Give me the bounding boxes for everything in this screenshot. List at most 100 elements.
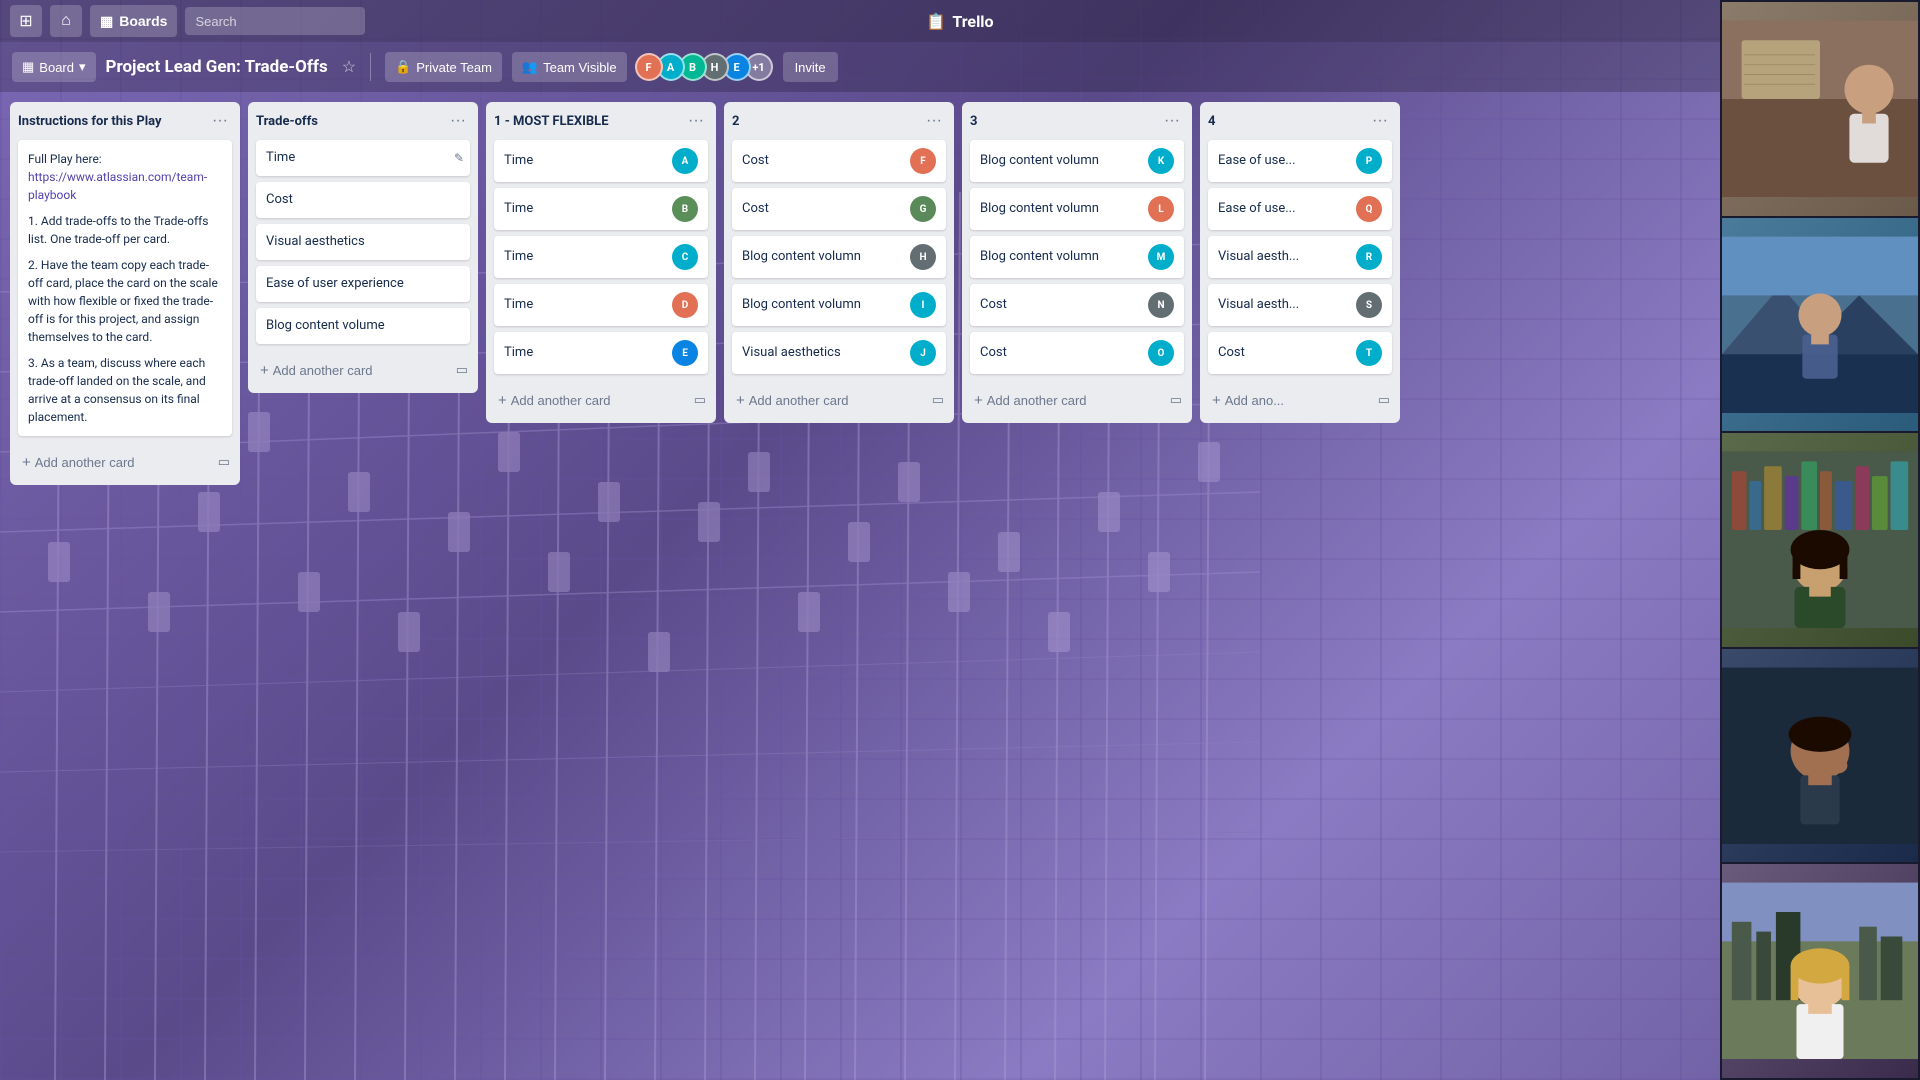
- plus-icon: +: [260, 362, 269, 379]
- card-ease[interactable]: Ease of user experience: [256, 266, 470, 302]
- star-button[interactable]: ☆: [342, 57, 356, 77]
- add-card-button-flexible[interactable]: + Add another card: [494, 386, 692, 415]
- trello-label: Trello: [952, 12, 993, 31]
- card-text: Blog content volumn: [980, 248, 1142, 266]
- card-text: Time: [504, 152, 666, 170]
- add-card-button-trade-offs[interactable]: + Add another card: [256, 356, 454, 385]
- card-avatar: T: [1356, 340, 1382, 366]
- card-time-f5[interactable]: Time E: [494, 332, 708, 374]
- card-avatar: R: [1356, 244, 1382, 270]
- card-cost[interactable]: Cost: [256, 182, 470, 218]
- archive-button-instructions[interactable]: ▭: [216, 452, 232, 472]
- card-cost-c4[interactable]: Cost T: [1208, 332, 1392, 374]
- card-cost-c3-1[interactable]: Cost N: [970, 284, 1184, 326]
- add-card-label-col3: Add another card: [987, 393, 1087, 408]
- card-avatar: I: [910, 292, 936, 318]
- list-title-trade-offs: Trade-offs: [256, 114, 446, 129]
- card-text: Cost: [742, 200, 904, 218]
- add-card-label-col2: Add another card: [749, 393, 849, 408]
- card-cost-c2-2[interactable]: Cost G: [732, 188, 946, 230]
- play-link[interactable]: https://www.atlassian.com/team-playbook: [28, 170, 207, 202]
- card-time[interactable]: Time ✎: [256, 140, 470, 176]
- apps-icon[interactable]: ⊞: [10, 5, 42, 37]
- team-icon: 👥: [522, 59, 538, 75]
- card-ease-c4-2[interactable]: Ease of use... Q: [1208, 188, 1392, 230]
- card-time-f2[interactable]: Time B: [494, 188, 708, 230]
- add-card-button-col3[interactable]: + Add another card: [970, 386, 1168, 415]
- card-text: Visual aesth...: [1218, 248, 1350, 266]
- private-team-button[interactable]: 🔒 Private Team: [385, 52, 502, 82]
- add-card-label-trade-offs: Add another card: [273, 363, 373, 378]
- card-cost-c2-1[interactable]: Cost F: [732, 140, 946, 182]
- archive-button-col3[interactable]: ▭: [1168, 390, 1184, 410]
- card-avatar: C: [672, 244, 698, 270]
- card-avatar: D: [672, 292, 698, 318]
- add-card-button-col2[interactable]: + Add another card: [732, 386, 930, 415]
- list-menu-button-flexible[interactable]: ···: [684, 110, 708, 132]
- video-tile-1: [1722, 2, 1918, 216]
- card-time-f4[interactable]: Time D: [494, 284, 708, 326]
- card-avatar: S: [1356, 292, 1382, 318]
- list-header-col3: 3 ···: [970, 110, 1184, 132]
- card-text: Ease of user experience: [266, 275, 460, 293]
- list-title-col2: 2: [732, 114, 922, 129]
- card-text: Time: [504, 344, 666, 362]
- board-menu-button[interactable]: ▦ Board ▾: [12, 52, 96, 82]
- card-blog-c3-2[interactable]: Blog content volumn L: [970, 188, 1184, 230]
- card-time-f1[interactable]: Time A: [494, 140, 708, 182]
- card-avatar: F: [910, 148, 936, 174]
- team-visible-label: Team Visible: [543, 60, 616, 75]
- search-input[interactable]: [185, 7, 365, 35]
- video-tile-4: [1722, 649, 1918, 863]
- team-visible-button[interactable]: 👥 Team Visible: [512, 52, 627, 82]
- archive-button-col2[interactable]: ▭: [930, 390, 946, 410]
- card-blog-c2-2[interactable]: Blog content volumn I: [732, 284, 946, 326]
- list-menu-button-col3[interactable]: ···: [1160, 110, 1184, 132]
- list-header-instructions: Instructions for this Play ···: [18, 110, 232, 132]
- instructions-card[interactable]: Full Play here: https://www.atlassian.co…: [18, 140, 232, 436]
- card-visual-c4-1[interactable]: Visual aesth... R: [1208, 236, 1392, 278]
- archive-button-col4[interactable]: ▭: [1376, 390, 1392, 410]
- video-person-1: [1722, 2, 1918, 216]
- list-menu-button-col2[interactable]: ···: [922, 110, 946, 132]
- card-blog-c3-3[interactable]: Blog content volumn M: [970, 236, 1184, 278]
- list-menu-button-instructions[interactable]: ···: [208, 110, 232, 132]
- boards-button[interactable]: ▦ Boards: [90, 5, 177, 37]
- card-visual-c4-2[interactable]: Visual aesth... S: [1208, 284, 1392, 326]
- boards-icon: ▦: [100, 13, 113, 30]
- plus-icon: +: [736, 392, 745, 409]
- list-menu-button-col4[interactable]: ···: [1368, 110, 1392, 132]
- card-visual[interactable]: Visual aesthetics: [256, 224, 470, 260]
- card-text: Blog content volumn: [980, 152, 1142, 170]
- card-blog[interactable]: Blog content volume: [256, 308, 470, 344]
- add-card-button-col4[interactable]: + Add ano...: [1208, 386, 1376, 415]
- archive-button-flexible[interactable]: ▭: [692, 390, 708, 410]
- video-tile-3: [1722, 433, 1918, 647]
- card-time-f3[interactable]: Time C: [494, 236, 708, 278]
- card-ease-c4-1[interactable]: Ease of use... P: [1208, 140, 1392, 182]
- add-card-label-instructions: Add another card: [35, 455, 135, 470]
- list-header-trade-offs: Trade-offs ···: [256, 110, 470, 132]
- card-avatar: Q: [1356, 196, 1382, 222]
- list-col3: 3 ··· Blog content volumn K Blog content…: [962, 102, 1192, 423]
- card-text: Cost: [980, 296, 1142, 314]
- list-menu-button-trade-offs[interactable]: ···: [446, 110, 470, 132]
- invite-button[interactable]: Invite: [783, 52, 838, 82]
- dropdown-icon: ▾: [79, 59, 86, 75]
- card-visual-c2[interactable]: Visual aesthetics J: [732, 332, 946, 374]
- list-title-instructions: Instructions for this Play: [18, 114, 208, 129]
- card-text: Visual aesth...: [1218, 296, 1350, 314]
- lock-icon: 🔒: [395, 59, 411, 75]
- edit-button[interactable]: ✎: [454, 151, 464, 165]
- card-avatar: K: [1148, 148, 1174, 174]
- archive-button-trade-offs[interactable]: ▭: [454, 360, 470, 380]
- add-card-button-instructions[interactable]: + Add another card: [18, 448, 216, 477]
- avatar-1[interactable]: F: [635, 53, 663, 81]
- card-blog-c2-1[interactable]: Blog content volumn H: [732, 236, 946, 278]
- list-instructions: Instructions for this Play ··· Full Play…: [10, 102, 240, 485]
- plus-icon: +: [498, 392, 507, 409]
- card-blog-c3-1[interactable]: Blog content volumn K: [970, 140, 1184, 182]
- home-icon[interactable]: ⌂: [50, 5, 82, 37]
- card-cost-c3-2[interactable]: Cost O: [970, 332, 1184, 374]
- list-most-flexible: 1 - MOST FLEXIBLE ··· Time A Time B Time…: [486, 102, 716, 423]
